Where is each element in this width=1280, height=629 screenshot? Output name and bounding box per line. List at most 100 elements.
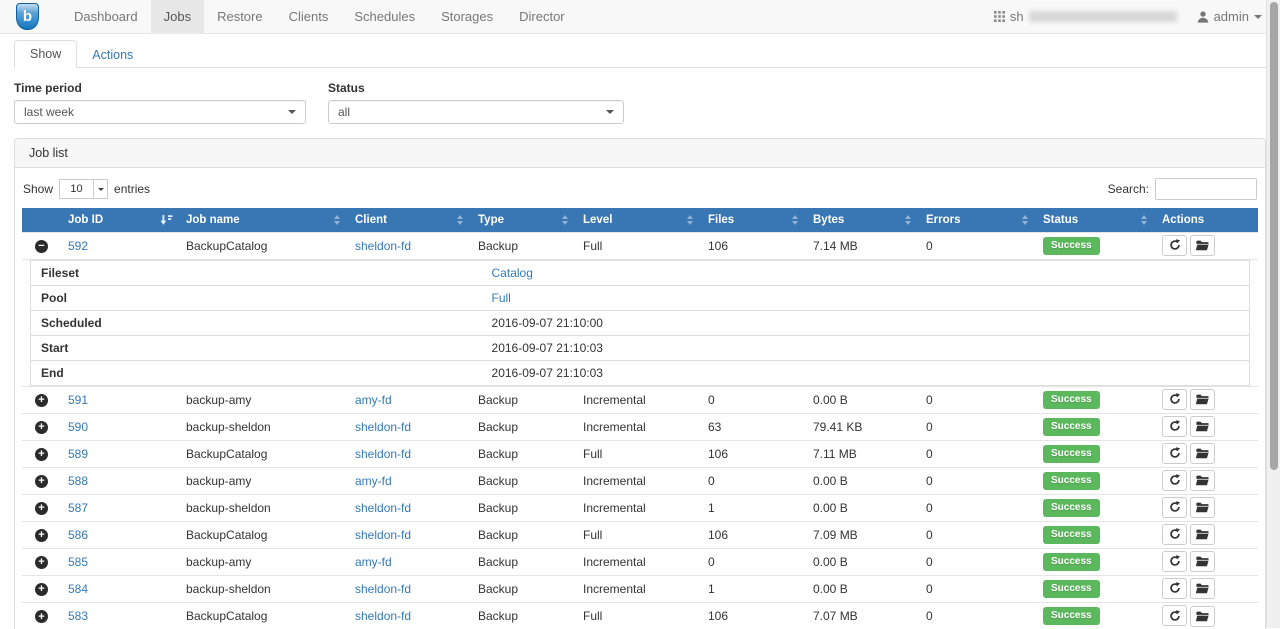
col-header-job-name[interactable]: Job name — [178, 208, 347, 232]
restore-job-button[interactable] — [1190, 235, 1215, 256]
navbar-item-director[interactable]: Director — [506, 0, 578, 33]
job-id-cell: 592 — [60, 232, 178, 259]
col-header-files[interactable]: Files — [700, 208, 805, 232]
client-link[interactable]: sheldon-fd — [355, 501, 411, 515]
host-indicator[interactable]: sh — [994, 9, 1177, 24]
col-header-bytes[interactable]: Bytes — [805, 208, 918, 232]
actions-cell — [1154, 548, 1258, 575]
rerun-job-button[interactable] — [1162, 470, 1187, 491]
plus-circle-icon[interactable]: + — [35, 610, 48, 623]
status-select[interactable]: all — [328, 100, 624, 124]
status-badge: Success — [1043, 526, 1100, 544]
restore-job-button[interactable] — [1190, 551, 1215, 572]
plus-circle-icon[interactable]: + — [35, 475, 48, 488]
plus-circle-icon[interactable]: + — [35, 394, 48, 407]
filter-time-period: Time period last week — [14, 81, 306, 124]
plus-circle-icon[interactable]: + — [35, 502, 48, 515]
minus-circle-icon[interactable]: − — [35, 240, 48, 253]
rerun-job-button[interactable] — [1162, 497, 1187, 518]
time-period-select[interactable]: last week — [14, 100, 306, 124]
job-id-link[interactable]: 588 — [68, 474, 88, 488]
navbar-item-clients[interactable]: Clients — [276, 0, 342, 33]
job-detail-row: FilesetCatalogPoolFullScheduled2016-09-0… — [22, 259, 1258, 386]
client-link[interactable]: sheldon-fd — [355, 420, 411, 434]
expand-cell: − — [22, 232, 60, 259]
plus-circle-icon[interactable]: + — [35, 421, 48, 434]
plus-circle-icon[interactable]: + — [35, 448, 48, 461]
search-input[interactable] — [1155, 178, 1257, 200]
restore-job-button[interactable] — [1190, 606, 1215, 627]
restore-job-button[interactable] — [1190, 416, 1215, 437]
plus-circle-icon[interactable]: + — [35, 529, 48, 542]
job-name-cell: backup-sheldon — [178, 494, 347, 521]
tab-actions[interactable]: Actions — [77, 42, 148, 68]
restore-job-button[interactable] — [1190, 524, 1215, 545]
client-link[interactable]: amy-fd — [355, 474, 392, 488]
job-id-link[interactable]: 586 — [68, 528, 88, 542]
files-cell: 106 — [700, 602, 805, 629]
col-header-type[interactable]: Type — [470, 208, 575, 232]
rerun-job-button[interactable] — [1162, 605, 1187, 626]
client-link[interactable]: sheldon-fd — [355, 239, 411, 253]
plus-circle-icon[interactable]: + — [35, 556, 48, 569]
col-header-status[interactable]: Status — [1035, 208, 1154, 232]
client-link[interactable]: sheldon-fd — [355, 528, 411, 542]
job-id-link[interactable]: 584 — [68, 582, 88, 596]
job-id-link[interactable]: 583 — [68, 609, 88, 623]
tab-show[interactable]: Show — [14, 40, 77, 68]
job-id-link[interactable]: 591 — [68, 393, 88, 407]
plus-circle-icon[interactable]: + — [35, 583, 48, 596]
sort-arrows-icon — [1141, 215, 1147, 225]
rerun-job-button[interactable] — [1162, 551, 1187, 572]
restore-job-button[interactable] — [1190, 443, 1215, 464]
restore-job-button[interactable] — [1190, 389, 1215, 410]
restore-job-button[interactable] — [1190, 497, 1215, 518]
rerun-job-button[interactable] — [1162, 524, 1187, 545]
page-length-select[interactable]: 10 — [59, 179, 108, 199]
user-menu[interactable]: admin — [1197, 9, 1262, 24]
job-id-link[interactable]: 587 — [68, 501, 88, 515]
rerun-job-button[interactable] — [1162, 443, 1187, 464]
col-header-job-id[interactable]: Job ID — [60, 208, 178, 232]
detail-value-link[interactable]: Catalog — [492, 266, 533, 280]
col-header-level[interactable]: Level — [575, 208, 700, 232]
scrollbar-thumb[interactable] — [1270, 2, 1278, 470]
col-header-errors[interactable]: Errors — [918, 208, 1035, 232]
detail-label: Fileset — [31, 260, 482, 285]
client-link[interactable]: sheldon-fd — [355, 609, 411, 623]
navbar-item-schedules[interactable]: Schedules — [341, 0, 428, 33]
detail-row-start: Start2016-09-07 21:10:03 — [31, 335, 1250, 360]
rerun-job-button[interactable] — [1162, 389, 1187, 410]
job-id-link[interactable]: 589 — [68, 447, 88, 461]
client-link[interactable]: sheldon-fd — [355, 582, 411, 596]
brand-logo[interactable]: b — [10, 0, 49, 33]
actions-cell — [1154, 575, 1258, 602]
vertical-scrollbar[interactable] — [1266, 0, 1280, 628]
client-cell: sheldon-fd — [347, 232, 470, 259]
files-cell: 0 — [700, 386, 805, 413]
files-cell: 1 — [700, 494, 805, 521]
client-link[interactable]: sheldon-fd — [355, 447, 411, 461]
expand-cell: + — [22, 575, 60, 602]
rerun-arrow-icon — [1169, 528, 1181, 540]
status-cell: Success — [1035, 602, 1154, 629]
job-id-link[interactable]: 592 — [68, 239, 88, 253]
bytes-cell: 7.07 MB — [805, 602, 918, 629]
restore-job-button[interactable] — [1190, 470, 1215, 491]
rerun-job-button[interactable] — [1162, 235, 1187, 256]
navbar-item-dashboard[interactable]: Dashboard — [61, 0, 151, 33]
col-header-client[interactable]: Client — [347, 208, 470, 232]
job-id-link[interactable]: 590 — [68, 420, 88, 434]
rerun-job-button[interactable] — [1162, 416, 1187, 437]
navbar-item-storages[interactable]: Storages — [428, 0, 506, 33]
rerun-job-button[interactable] — [1162, 578, 1187, 599]
restore-job-button[interactable] — [1190, 578, 1215, 599]
navbar-item-restore[interactable]: Restore — [204, 0, 276, 33]
job-id-link[interactable]: 585 — [68, 555, 88, 569]
job-row-588: +588backup-amyamy-fdBackupIncremental00.… — [22, 467, 1258, 494]
detail-value-link[interactable]: Full — [492, 291, 511, 305]
client-link[interactable]: amy-fd — [355, 393, 392, 407]
navbar-item-jobs[interactable]: Jobs — [151, 0, 204, 33]
folder-icon — [1196, 394, 1209, 405]
client-link[interactable]: amy-fd — [355, 555, 392, 569]
